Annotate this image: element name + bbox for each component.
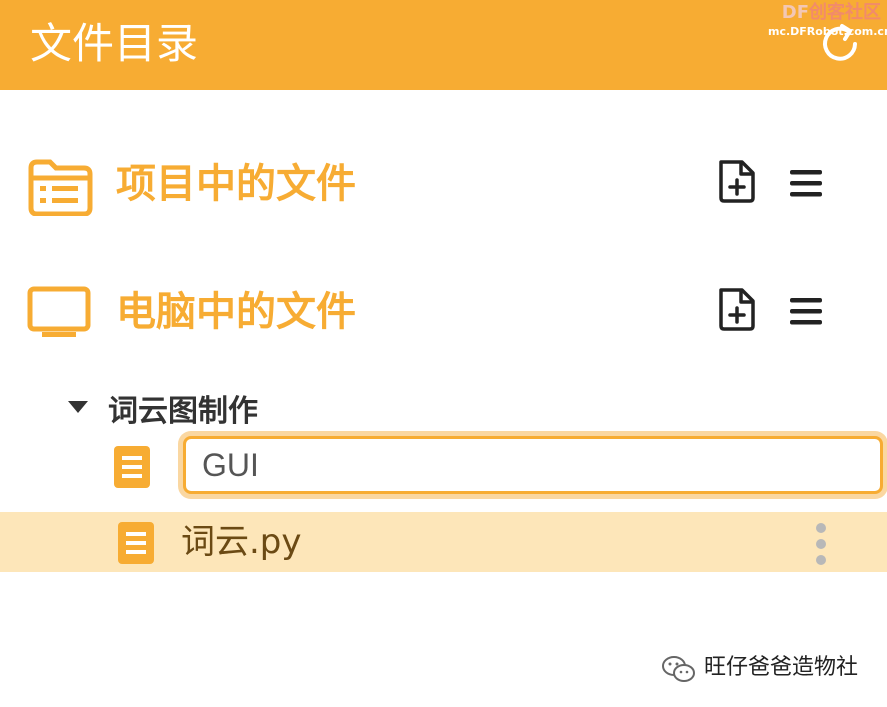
new-file-row	[0, 432, 887, 500]
app-header: 文件目录 DF创客社区 mc.DFRobot.com.cn	[0, 0, 887, 90]
refresh-button[interactable]	[815, 20, 865, 68]
header-title: 文件目录	[30, 19, 199, 68]
watermark-brand-df: DF	[781, 2, 809, 23]
file-plus-icon	[719, 160, 755, 203]
add-file-button[interactable]	[716, 158, 758, 204]
more-options-button[interactable]	[808, 520, 834, 568]
more-vertical-icon	[816, 523, 826, 565]
watermark-bottom: 旺仔爸爸造物社	[660, 652, 880, 684]
tree-file-name: 词云.py	[181, 522, 302, 562]
refresh-icon	[823, 24, 857, 61]
monitor-icon	[26, 284, 94, 344]
menu-button[interactable]	[788, 296, 824, 326]
add-file-button[interactable]	[716, 286, 758, 332]
file-name-input[interactable]	[183, 436, 883, 494]
wechat-icon	[660, 654, 696, 684]
tree-folder-name: 词云图制作	[108, 394, 258, 429]
watermark-account: 旺仔爸爸造物社	[704, 655, 859, 680]
section-title: 项目中的文件	[116, 161, 356, 207]
caret-down-icon[interactable]	[66, 398, 90, 418]
hamburger-icon	[790, 298, 822, 325]
section-project-files: 项目中的文件	[0, 152, 887, 232]
file-plus-icon	[719, 288, 755, 331]
menu-button[interactable]	[788, 168, 824, 198]
tree-file-row[interactable]: 词云.py	[0, 512, 887, 572]
folder-list-icon	[26, 156, 94, 217]
section-title: 电脑中的文件	[116, 289, 356, 335]
section-computer-files: 电脑中的文件	[0, 280, 887, 360]
document-icon	[112, 444, 152, 490]
document-icon	[116, 520, 156, 566]
hamburger-icon	[790, 170, 822, 197]
tree-folder[interactable]: 词云图制作	[60, 392, 460, 432]
